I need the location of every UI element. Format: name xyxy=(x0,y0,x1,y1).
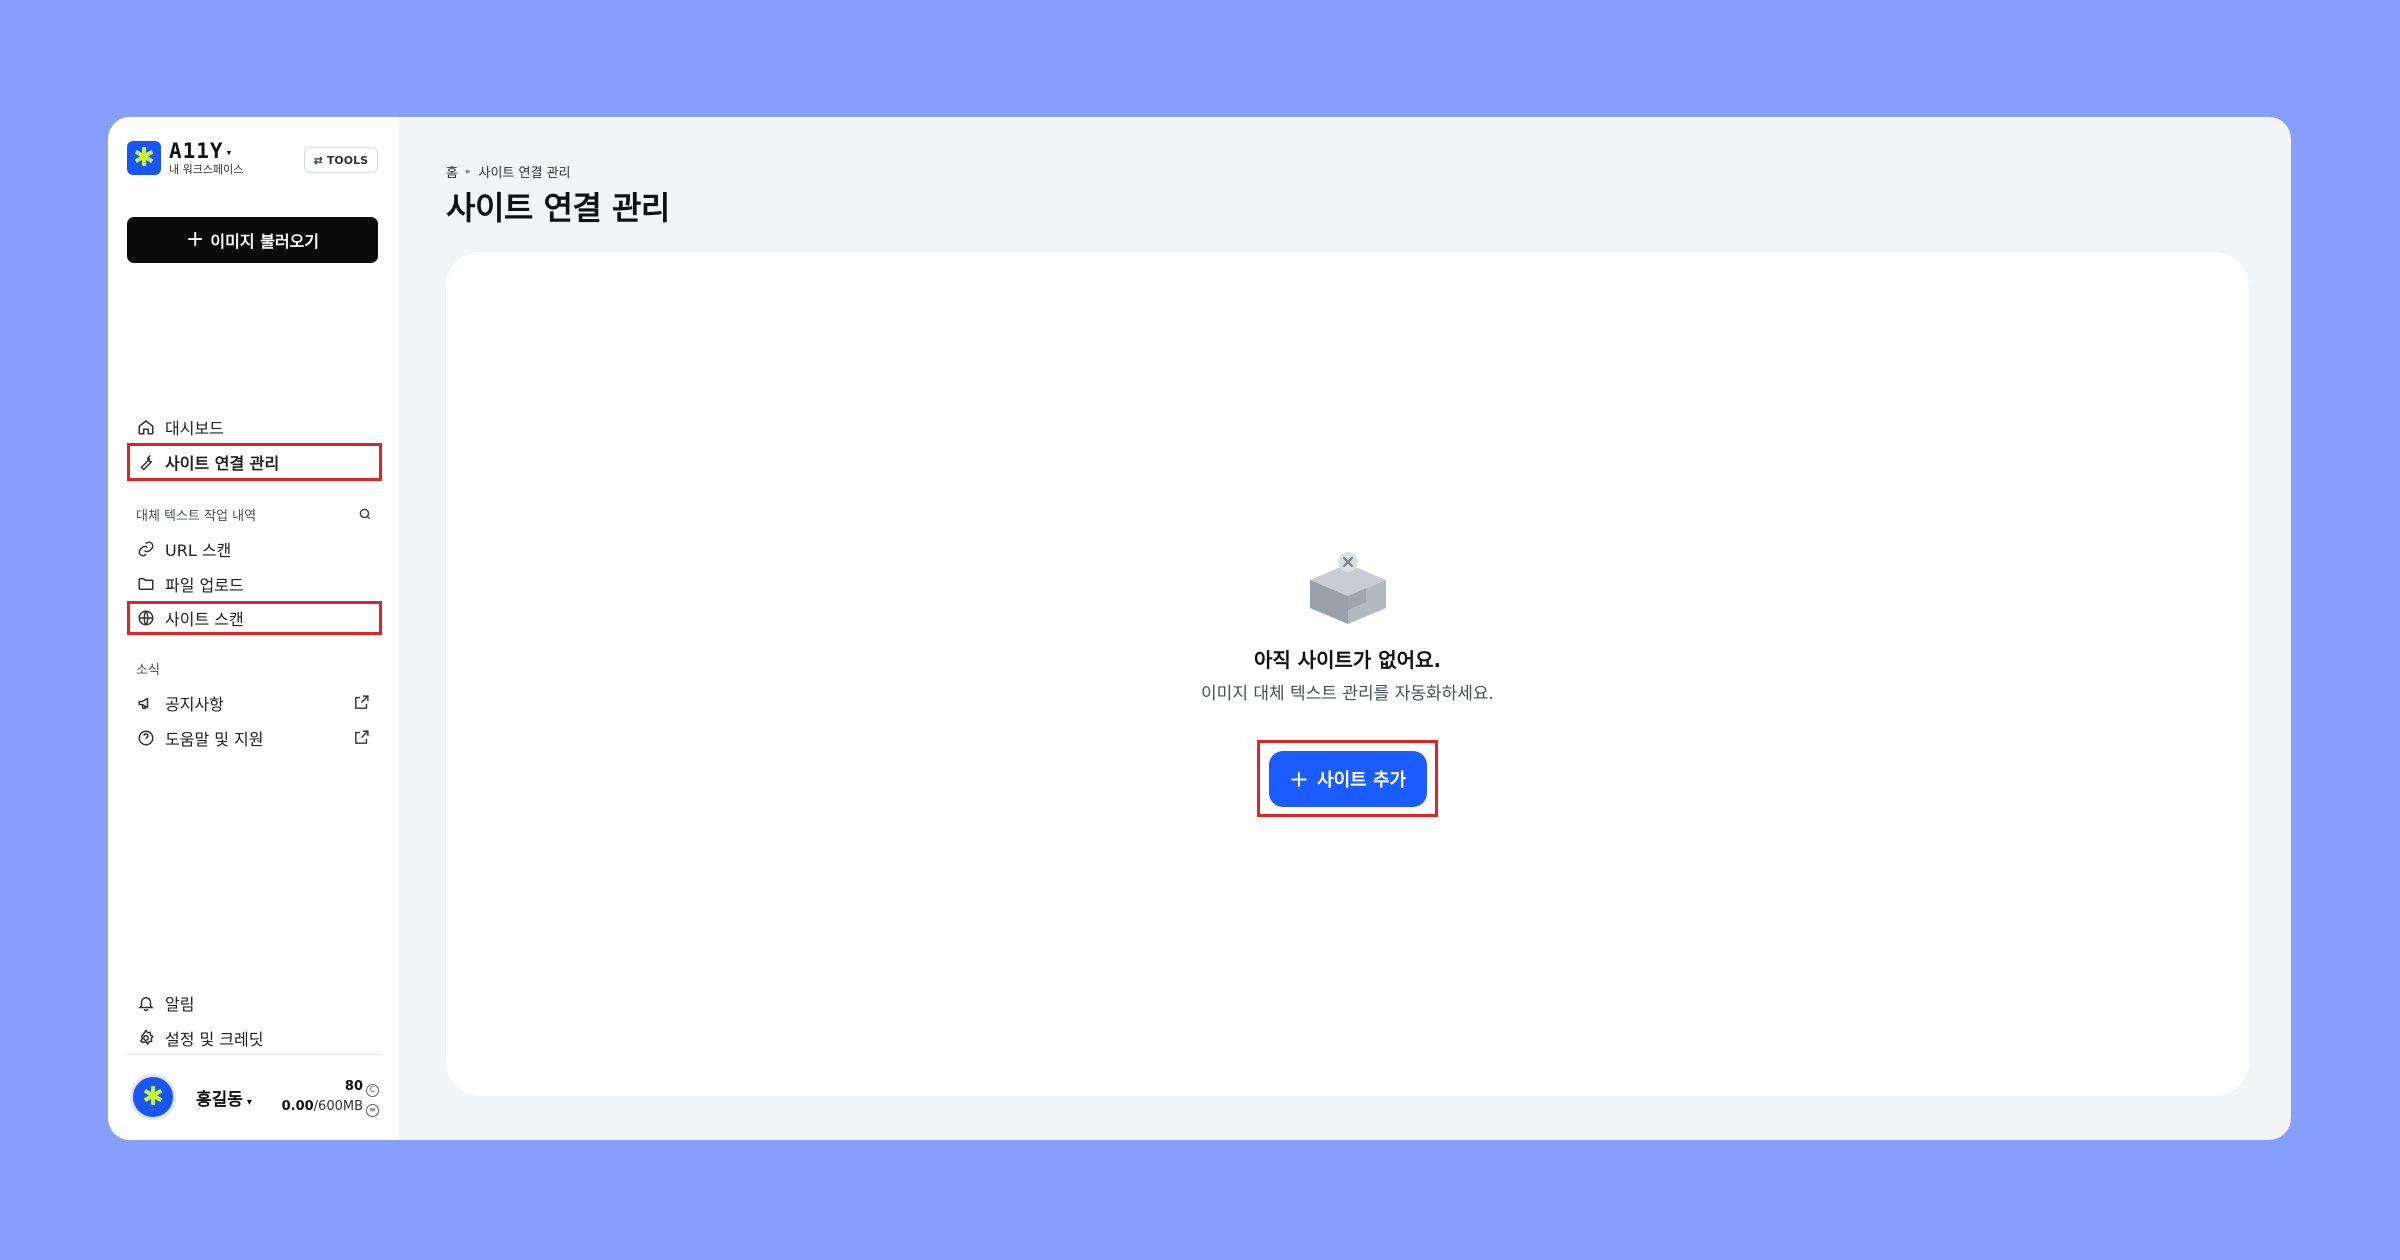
page-title: 사이트 연결 관리 xyxy=(446,189,670,227)
nav-file-upload-label: 파일 업로드 xyxy=(165,576,244,595)
add-site-button[interactable]: + 사이트 추가 xyxy=(1268,750,1427,807)
chevron-down-icon: ▾ xyxy=(246,1096,252,1108)
nav-settings-credits[interactable]: 설정 및 크레딧 xyxy=(127,1020,382,1056)
megaphone-icon xyxy=(138,697,149,709)
empty-state-subtitle: 이미지 대체 텍스트 관리를 자동화하세요. xyxy=(1201,684,1494,704)
avatar: ✱ xyxy=(130,1074,176,1120)
globe-icon xyxy=(138,610,154,626)
nav-dashboard[interactable]: 대시보드 xyxy=(127,409,382,445)
breadcrumb-home[interactable]: 홈 xyxy=(446,162,458,181)
storage-used: 0.00 xyxy=(281,1099,314,1114)
empty-state-title: 아직 사이트가 없어요. xyxy=(1253,648,1442,672)
tools-button[interactable]: ⇄ TOOLS xyxy=(303,147,378,173)
storage-total: /600MB xyxy=(313,1099,363,1114)
main-content: 홈 ▸ 사이트 연결 관리 사이트 연결 관리 아직 사이트가 없어요. 이미지… xyxy=(399,117,2291,1140)
home-icon xyxy=(138,420,154,435)
credit-icon: C xyxy=(366,1084,379,1097)
empty-state: 아직 사이트가 없어요. 이미지 대체 텍스트 관리를 자동화하세요. + 사이… xyxy=(446,550,2249,817)
empty-box-icon xyxy=(1309,552,1386,624)
workspace-name: 내 워크스페이스 xyxy=(169,162,244,176)
nav-site-connections[interactable]: 사이트 연결 관리 xyxy=(127,443,382,481)
brand-name: A11Y xyxy=(169,139,224,163)
add-site-label: 사이트 추가 xyxy=(1317,769,1407,791)
plus-icon: + xyxy=(185,227,205,252)
nav-site-scan[interactable]: 사이트 스캔 xyxy=(127,601,382,635)
folder-icon xyxy=(138,578,154,590)
bell-icon xyxy=(138,997,154,1012)
nav-site-scan-label: 사이트 스캔 xyxy=(165,610,244,629)
search-icon[interactable] xyxy=(358,507,372,521)
nav-url-scan[interactable]: URL 스캔 xyxy=(127,531,382,567)
sites-card: 아직 사이트가 없어요. 이미지 대체 텍스트 관리를 자동화하세요. + 사이… xyxy=(446,252,2249,1096)
tools-label: TOOLS xyxy=(326,153,368,167)
sparkle-icon: ✱ xyxy=(127,141,161,176)
usage-summary: 80 C 0.00/600MB ≡ xyxy=(282,1077,379,1117)
nav-notifications-label: 알림 xyxy=(165,995,195,1014)
breadcrumb: 홈 ▸ 사이트 연결 관리 xyxy=(446,162,571,181)
history-section-label: 대체 텍스트 작업 내역 xyxy=(136,509,257,524)
link-icon xyxy=(138,541,154,557)
nav-notices-label: 공지사항 xyxy=(165,695,224,714)
gear-icon xyxy=(139,1029,154,1046)
swap-icon: ⇄ xyxy=(313,153,323,167)
nav-notices[interactable]: 공지사항 xyxy=(127,685,382,721)
add-site-highlight: + 사이트 추가 xyxy=(1257,740,1438,817)
wrench-icon xyxy=(140,454,153,471)
plus-icon: + xyxy=(1288,764,1310,793)
breadcrumb-current: 사이트 연결 관리 xyxy=(478,166,571,181)
external-link-icon xyxy=(355,730,369,744)
app-window: ✱ A11Y ▾ 내 워크스페이스 ⇄ TOOLS + 이미지 불러오기 대시보드… xyxy=(108,117,2291,1140)
nav-help[interactable]: 도움말 및 지원 xyxy=(127,720,382,756)
database-icon: ≡ xyxy=(366,1104,379,1117)
nav-help-label: 도움말 및 지원 xyxy=(165,730,264,749)
nav-settings-credits-label: 설정 및 크레딧 xyxy=(165,1030,264,1049)
credit-count: 80 xyxy=(344,1079,363,1094)
nav-site-connections-label: 사이트 연결 관리 xyxy=(165,454,280,473)
nav-file-upload[interactable]: 파일 업로드 xyxy=(127,566,382,602)
nav-dashboard-label: 대시보드 xyxy=(165,419,224,438)
nav-notifications[interactable]: 알림 xyxy=(127,985,382,1021)
sidebar: ✱ A11Y ▾ 내 워크스페이스 ⇄ TOOLS + 이미지 불러오기 대시보드… xyxy=(108,117,399,1140)
news-section-label: 소식 xyxy=(136,663,160,678)
import-images-label: 이미지 불러오기 xyxy=(210,232,320,251)
chevron-down-icon: ▾ xyxy=(225,145,234,159)
divider xyxy=(127,1054,382,1055)
chevron-right-icon: ▸ xyxy=(465,166,471,177)
import-images-button[interactable]: + 이미지 불러오기 xyxy=(127,217,378,263)
nav-url-scan-label: URL 스캔 xyxy=(165,541,232,560)
workspace-switcher[interactable]: ✱ A11Y ▾ 내 워크스페이스 xyxy=(127,141,243,176)
external-link-icon xyxy=(355,695,369,709)
user-name: 홍길동 xyxy=(196,1089,243,1110)
help-circle-icon xyxy=(138,730,154,746)
user-profile[interactable]: ✱ 홍길동 ▾ 80 C 0.00/600MB ≡ xyxy=(130,1073,379,1121)
